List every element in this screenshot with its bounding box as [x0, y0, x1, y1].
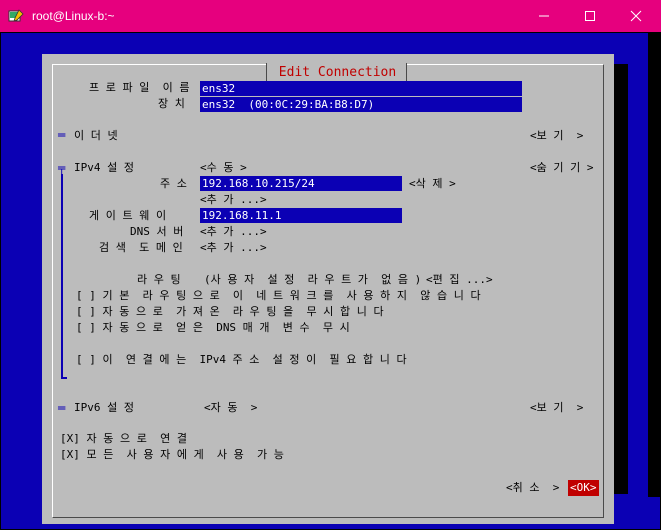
ok-button[interactable]: <OK>: [568, 480, 599, 496]
routing-label: 라 우 팅: [137, 273, 181, 286]
never-default-checkbox[interactable]: [ ] 기 본 라 우 팅 으 로 이 네 트 워 크 를 사 용 하 지 않 …: [76, 289, 481, 303]
edit-connection-dialog: Edit Connection 프 로 파 일 이 름 ens32 장 치 en…: [42, 54, 614, 524]
minimize-icon: [538, 7, 550, 26]
gateway-field[interactable]: 192.168.11.1: [200, 208, 402, 223]
ethernet-label: 이 더 넷: [74, 129, 118, 142]
dns-add-button[interactable]: <추 가 ...>: [200, 225, 267, 239]
address-delete-button[interactable]: <삭 제 >: [409, 177, 456, 191]
ethernet-show-button[interactable]: <보 기 >: [530, 129, 583, 143]
ipv6-show-button[interactable]: <보 기 >: [530, 401, 583, 415]
close-icon: [630, 7, 642, 26]
maximize-icon: [584, 7, 596, 26]
ipv6-section-marker: ═: [58, 401, 66, 415]
window-title: root@Linux-b:~: [32, 9, 115, 23]
cancel-button[interactable]: <취 소 >: [506, 481, 559, 495]
minimize-button[interactable]: [521, 0, 567, 32]
close-button[interactable]: [613, 0, 659, 32]
profile-name-field[interactable]: ens32: [200, 81, 522, 96]
address-label: 주 소: [160, 177, 187, 190]
ipv4-label: IPv4 설 정: [74, 161, 134, 174]
device-label: 장 치: [158, 97, 185, 110]
ipv6-label: IPv6 설 정: [74, 401, 134, 414]
search-domain-add-button[interactable]: <추 가 ...>: [200, 241, 267, 255]
ipv6-mode-select[interactable]: <자 동 >: [204, 401, 257, 415]
address-add-button[interactable]: <추 가 ...>: [200, 193, 267, 207]
autoconnect-checkbox[interactable]: [X] 자 동 으 로 연 결: [60, 432, 187, 446]
gateway-label: 게 이 트 웨 이: [89, 209, 167, 222]
routing-edit-button[interactable]: <편 집 ...>: [426, 273, 493, 287]
ipv4-section-bracket-end: [61, 377, 67, 379]
all-users-checkbox[interactable]: [X] 모 든 사 용 자 에 게 사 용 가 능: [60, 448, 284, 462]
address-field[interactable]: 192.168.10.215/24: [200, 176, 402, 191]
ethernet-section-marker: ═: [58, 128, 66, 142]
ignore-auto-dns-checkbox[interactable]: [ ] 자 동 으 로 얻 은 DNS 매 개 변 수 무 시: [76, 321, 350, 335]
ipv4-hide-button[interactable]: <숨 기 기 >: [530, 161, 593, 175]
dialog-shadow: [614, 64, 628, 494]
ignore-auto-routes-checkbox[interactable]: [ ] 자 동 으 로 가 져 온 라 우 팅 을 무 시 합 니 다: [76, 305, 384, 319]
dns-label: DNS 서 버: [130, 225, 184, 238]
ipv4-mode-select[interactable]: <수 동 >: [200, 161, 247, 175]
terminal-scrollbar[interactable]: [648, 32, 660, 497]
ipv4-section-bracket: [61, 174, 63, 379]
ipv4-required-checkbox[interactable]: [ ] 이 연 결 에 는 IPv4 주 소 설 정 이 필 요 합 니 다: [76, 353, 407, 367]
window-titlebar: root@Linux-b:~: [0, 0, 661, 32]
routing-value: (사 용 자 설 정 라 우 트 가 없 음 ): [204, 273, 422, 286]
ipv4-section-marker: ╤: [58, 161, 66, 175]
profile-name-label: 프 로 파 일 이 름: [89, 81, 190, 94]
dialog-title: Edit Connection: [278, 65, 397, 80]
device-field[interactable]: ens32 (00:0C:29:BA:B8:D7): [200, 97, 522, 112]
maximize-button[interactable]: [567, 0, 613, 32]
terminal-app-icon: [8, 8, 24, 24]
search-domain-label: 검 색 도 메 인: [99, 241, 183, 254]
